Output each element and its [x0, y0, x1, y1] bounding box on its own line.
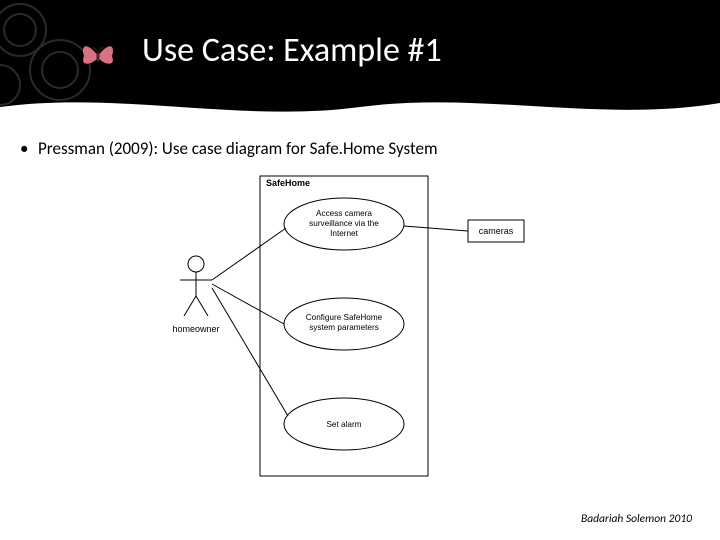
footer-credit: Badariah Solemon 2010: [581, 512, 692, 526]
actor-right-label: cameras: [479, 226, 514, 236]
usecase-2-line2: system parameters: [309, 323, 379, 332]
header-wave: [0, 89, 720, 120]
usecase-1-line1: Access camera: [316, 209, 372, 218]
actor-left-label: homeowner: [172, 324, 219, 334]
usecase-1-line3: Internet: [330, 229, 358, 238]
system-name-label: SafeHome: [266, 178, 310, 188]
butterfly-icon: [78, 36, 118, 76]
actor-homeowner-icon: [180, 256, 212, 316]
header-band: Use Case: Example #1: [0, 0, 720, 120]
usecase-3-line1: Set alarm: [326, 420, 361, 429]
bullet-text: Pressman (2009): Use case diagram for Sa…: [38, 138, 438, 159]
usecase-diagram: SafeHome Access camera surveillance via …: [168, 170, 568, 480]
bullet-dot-icon: •: [20, 138, 38, 159]
usecase-2-line1: Configure SafeHome: [306, 313, 383, 322]
usecase-1-line2: surveillance via the: [309, 219, 379, 228]
bullet-item: • Pressman (2009): Use case diagram for …: [20, 138, 700, 159]
slide-title: Use Case: Example #1: [142, 30, 442, 71]
